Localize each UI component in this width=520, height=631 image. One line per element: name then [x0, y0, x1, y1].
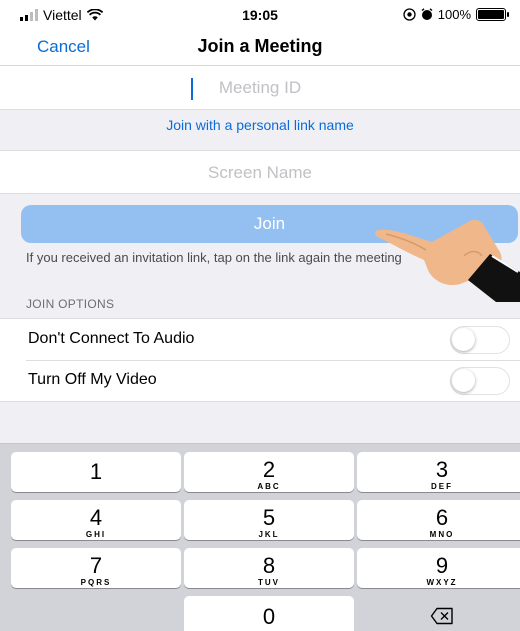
- backspace-key[interactable]: [357, 596, 520, 631]
- screen-name-row: [0, 150, 520, 195]
- alarm-icon: [421, 8, 433, 20]
- personal-link-name-link[interactable]: Join with a personal link name: [0, 117, 520, 133]
- nav-bar: Cancel Join a Meeting: [0, 28, 520, 66]
- meeting-id-input[interactable]: [0, 66, 520, 110]
- backspace-icon: [430, 607, 453, 625]
- battery-icon: [476, 8, 509, 21]
- battery-percent: 100%: [437, 7, 471, 22]
- pointing-hand-icon: [375, 219, 520, 302]
- turn-off-video-toggle[interactable]: [450, 367, 510, 395]
- option-label-video: Turn Off My Video: [28, 371, 157, 388]
- key-9[interactable]: 9 WXYZ: [357, 548, 520, 588]
- key-5[interactable]: 5 JKL: [184, 500, 354, 540]
- text-cursor: [191, 78, 193, 100]
- numeric-keypad: 1 2 ABC 3 DEF 4 GHI 5 JKL 6 MNO 7 PQRS 8…: [0, 443, 520, 631]
- option-label-audio: Don't Connect To Audio: [28, 330, 195, 347]
- location-icon: [403, 8, 416, 21]
- key-0[interactable]: 0: [184, 596, 354, 631]
- key-2[interactable]: 2 ABC: [184, 452, 354, 492]
- join-options-header: JOIN OPTIONS: [26, 297, 115, 311]
- key-3[interactable]: 3 DEF: [357, 452, 520, 492]
- option-row-audio: Don't Connect To Audio: [0, 319, 520, 360]
- dont-connect-audio-toggle[interactable]: [450, 326, 510, 354]
- status-bar: Viettel 19:05 100%: [0, 0, 520, 28]
- option-row-video: Turn Off My Video: [0, 360, 520, 401]
- key-blank: [11, 596, 181, 631]
- key-8[interactable]: 8 TUV: [184, 548, 354, 588]
- battery-level: [478, 10, 504, 19]
- screen-name-input[interactable]: [0, 151, 520, 195]
- key-6[interactable]: 6 MNO: [357, 500, 520, 540]
- meeting-id-row: [0, 66, 520, 110]
- page-title: Join a Meeting: [197, 36, 323, 56]
- key-1[interactable]: 1: [11, 452, 181, 492]
- key-7[interactable]: 7 PQRS: [11, 548, 181, 588]
- join-options-list: Don't Connect To Audio Turn Off My Video: [0, 318, 520, 402]
- key-4[interactable]: 4 GHI: [11, 500, 181, 540]
- status-right: 100%: [403, 7, 509, 22]
- toggle-knob: [452, 369, 475, 392]
- toggle-knob: [452, 328, 475, 351]
